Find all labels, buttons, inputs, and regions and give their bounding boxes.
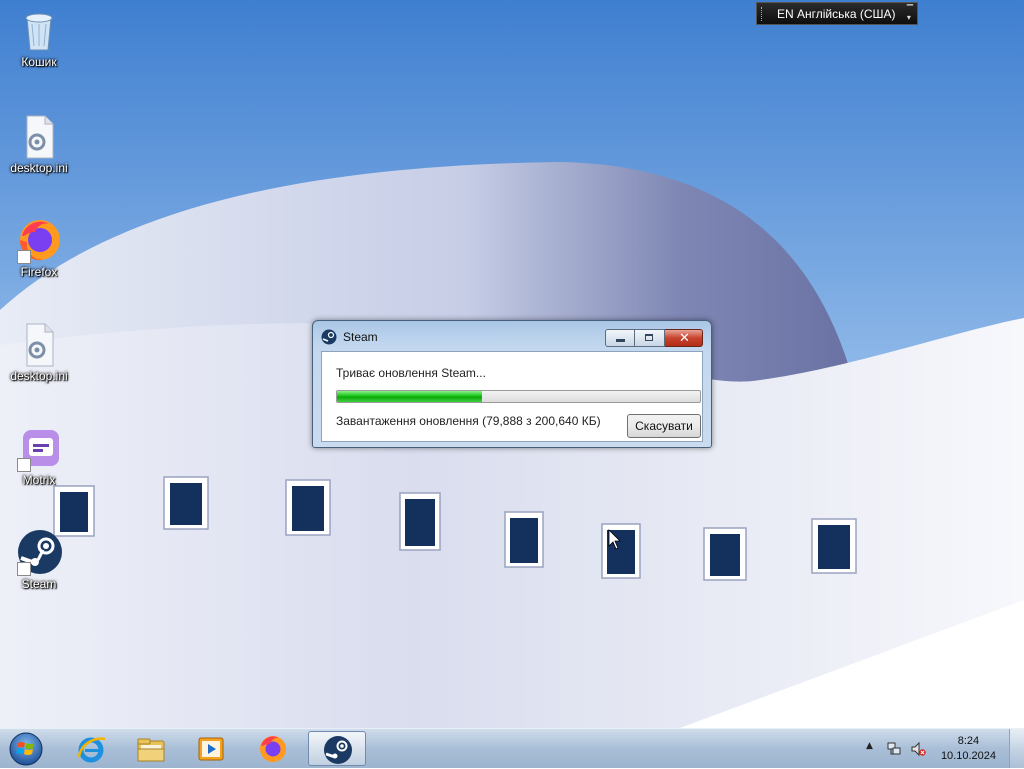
desktop-icon-steam[interactable]: Steam xyxy=(6,528,72,591)
shortcut-arrow-icon xyxy=(17,562,31,576)
internet-explorer-icon xyxy=(77,737,106,763)
taskbar-media-player[interactable] xyxy=(182,731,240,766)
desktop-icon-label: Motrix xyxy=(22,473,56,487)
desktop-icon-label: desktop.ini xyxy=(10,161,68,175)
dialog-title: Steam xyxy=(343,330,378,344)
settings-file-icon xyxy=(15,112,63,160)
clock-time: 8:24 xyxy=(957,735,980,747)
taskbar-internet-explorer[interactable] xyxy=(62,731,120,766)
show-hidden-icons-icon[interactable]: ▲ xyxy=(866,741,873,751)
firefox-icon xyxy=(260,736,286,762)
settings-file-icon xyxy=(15,320,63,368)
firefox-icon xyxy=(15,216,63,264)
start-button[interactable] xyxy=(6,732,46,766)
system-tray: ▲ 8:24 10.10.2024 xyxy=(860,729,1024,769)
desktop-icon-recycle-bin[interactable]: Кошик xyxy=(6,6,72,69)
language-bar[interactable]: EN Англійська (США) ▔ ▾ xyxy=(756,2,918,25)
desktop-icon-label: Steam xyxy=(21,577,57,591)
cancel-button[interactable]: Скасувати xyxy=(627,414,701,438)
close-button[interactable]: ✕ xyxy=(665,329,703,347)
download-detail-text: Завантаження оновлення (79,888 з 200,640… xyxy=(336,414,601,428)
progress-fill xyxy=(337,391,483,402)
minimize-button[interactable] xyxy=(605,329,635,347)
steam-update-dialog: Steam ✕ Триває оновлення Steam... Завант… xyxy=(312,320,712,448)
drag-grip-icon[interactable] xyxy=(761,7,765,21)
clock[interactable]: 8:24 10.10.2024 xyxy=(941,734,996,764)
taskbar-steam[interactable] xyxy=(308,731,366,766)
steam-icon xyxy=(324,736,352,764)
taskbar-file-explorer[interactable] xyxy=(122,731,180,766)
windows-logo-icon xyxy=(9,732,43,766)
desktop-icon-label: Firefox xyxy=(20,265,58,279)
clock-date: 10.10.2024 xyxy=(940,750,996,762)
volume-muted-icon[interactable] xyxy=(910,741,926,757)
desktop-icon-label: Кошик xyxy=(21,55,57,69)
steam-icon xyxy=(321,329,337,345)
desktop-icon-motrix[interactable]: Motrix xyxy=(6,424,72,487)
motrix-icon xyxy=(15,424,63,472)
shortcut-arrow-icon xyxy=(17,250,31,264)
show-desktop-button[interactable] xyxy=(1009,729,1024,768)
desktop-icon-desktop-ini-1[interactable]: desktop.ini xyxy=(6,112,72,175)
shortcut-arrow-icon xyxy=(17,458,31,472)
minimize-icon xyxy=(616,339,625,342)
recycle-bin-icon xyxy=(15,6,63,54)
language-indicator[interactable]: EN Англійська (США) xyxy=(777,7,896,21)
update-progress-bar xyxy=(336,390,701,403)
media-player-icon xyxy=(198,737,224,761)
update-status-text: Триває оновлення Steam... xyxy=(336,366,486,380)
taskbar-firefox[interactable] xyxy=(244,731,302,766)
network-icon[interactable] xyxy=(886,741,902,757)
steam-icon xyxy=(15,528,63,576)
file-explorer-icon xyxy=(137,738,165,762)
dialog-content: Триває оновлення Steam... Завантаження о… xyxy=(321,351,703,442)
maximize-icon xyxy=(645,334,653,341)
taskbar: ▲ 8:24 10.10.2024 xyxy=(0,728,1024,768)
desktop-icon-firefox[interactable]: Firefox xyxy=(6,216,72,279)
desktop-icon-desktop-ini-2[interactable]: desktop.ini xyxy=(6,320,72,383)
maximize-button[interactable] xyxy=(635,329,665,347)
close-icon: ✕ xyxy=(679,331,690,346)
desktop-icon-label: desktop.ini xyxy=(10,369,68,383)
language-bar-options-icon[interactable]: ▔ ▾ xyxy=(907,6,913,22)
